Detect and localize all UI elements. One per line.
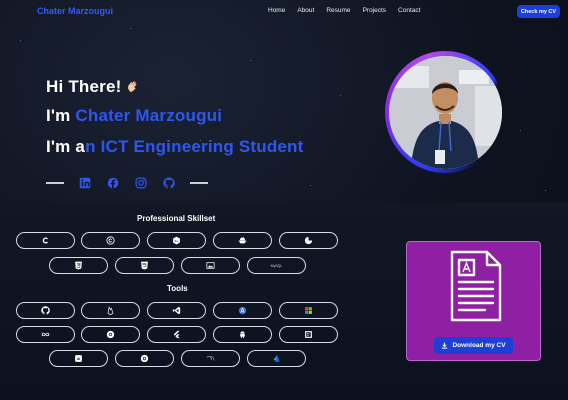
hero-intro: I'm Chater Marzougui: [46, 106, 222, 126]
tool-arduino[interactable]: [16, 326, 75, 343]
svg-text:Ai: Ai: [77, 357, 80, 361]
tool-microsoft[interactable]: [279, 302, 338, 319]
tool-chromium[interactable]: [115, 350, 174, 367]
tool-vscode[interactable]: [147, 302, 206, 319]
github-icon[interactable]: [162, 176, 176, 190]
skill-html[interactable]: [49, 257, 108, 274]
nav-item-projects[interactable]: Projects: [363, 7, 386, 14]
top-navbar: Chater Marzougui Home About Resume Proje…: [0, 0, 568, 22]
dart-icon: [304, 236, 313, 245]
android-sdk-icon: [240, 331, 245, 339]
hero-name: Chater Marzougui: [75, 106, 223, 125]
tool-github[interactable]: [16, 302, 75, 319]
nav-menu: Home About Resume Projects Contact: [268, 7, 420, 14]
github-tool-icon: [41, 306, 50, 315]
illustrator-icon: Ai: [75, 355, 82, 362]
android-icon: [238, 237, 247, 244]
social-links: [46, 176, 208, 190]
skill-flutter-dart[interactable]: [279, 232, 338, 249]
profile-avatar: [389, 56, 502, 169]
download-icon: [442, 342, 448, 349]
image-icon: [206, 262, 215, 269]
hero-greeting: Hi There!: [46, 77, 139, 97]
profile-photo: [389, 56, 502, 169]
svg-text:C+: C+: [175, 239, 179, 243]
skill-android[interactable]: [213, 232, 272, 249]
skill-css[interactable]: [115, 257, 174, 274]
skill-csharp[interactable]: [81, 232, 140, 249]
cpp-icon: C+: [173, 236, 180, 245]
csharp-icon: [106, 236, 115, 245]
linkedin-icon[interactable]: [78, 176, 92, 190]
nav-item-resume[interactable]: Resume: [326, 7, 350, 14]
tool-illustrator[interactable]: Ai: [49, 350, 108, 367]
css3-icon: [141, 261, 148, 270]
divider-left: [46, 182, 64, 184]
chrome-icon: [106, 330, 115, 339]
tool-android-studio[interactable]: [213, 302, 272, 319]
vscode-icon: [172, 306, 181, 315]
kali-linux-icon: [206, 356, 215, 361]
tools-title: Tools: [167, 284, 188, 293]
nav-item-contact[interactable]: Contact: [398, 7, 420, 14]
check-cv-button[interactable]: Check my CV: [517, 5, 560, 18]
pycharm-icon: PC: [305, 331, 312, 338]
mysql-icon: MySQL: [270, 263, 283, 268]
c-language-icon: [42, 237, 48, 244]
intro-prefix: I'm: [46, 106, 76, 125]
document-icon: [450, 250, 502, 322]
flutter-icon: [173, 330, 180, 339]
download-cv-label: Download my CV: [452, 342, 506, 349]
download-cv-button[interactable]: Download my CV: [434, 337, 513, 354]
chromium-icon: [140, 354, 149, 363]
facebook-icon[interactable]: [106, 176, 120, 190]
role-text: n ICT Engineering Student: [85, 137, 304, 156]
skill-image-tool[interactable]: [181, 257, 240, 274]
divider-right: [190, 182, 208, 184]
microsoft-icon: [305, 307, 312, 314]
android-studio-icon: [238, 306, 247, 315]
waving-hand-icon: [128, 81, 137, 92]
nav-item-home[interactable]: Home: [268, 7, 285, 14]
arduino-icon: [41, 332, 50, 337]
skillset-title: Professional Skillset: [137, 214, 216, 223]
nav-item-about[interactable]: About: [297, 7, 314, 14]
role-prefix: I'm a: [46, 137, 86, 156]
html5-icon: [75, 261, 82, 270]
tool-kali[interactable]: [181, 350, 240, 367]
tool-pycharm[interactable]: PC: [279, 326, 338, 343]
skill-cpp[interactable]: C+: [147, 232, 206, 249]
hero-role: I'm an ICT Engineering Student: [46, 137, 304, 157]
skill-c[interactable]: [16, 232, 75, 249]
tool-firebase[interactable]: [81, 302, 140, 319]
greeting-text: Hi There!: [46, 77, 122, 96]
tool-android-sdk[interactable]: [213, 326, 272, 343]
tool-chrome[interactable]: [81, 326, 140, 343]
skill-mysql[interactable]: MySQL: [247, 257, 306, 274]
brand-logo[interactable]: Chater Marzougui: [37, 6, 113, 16]
tool-flutter[interactable]: [147, 326, 206, 343]
instagram-icon[interactable]: [134, 176, 148, 190]
svg-text:PC: PC: [307, 334, 310, 336]
firebase-icon: [107, 306, 114, 315]
tool-flutterflow[interactable]: [247, 350, 306, 367]
flutterflow-icon: [273, 354, 280, 362]
